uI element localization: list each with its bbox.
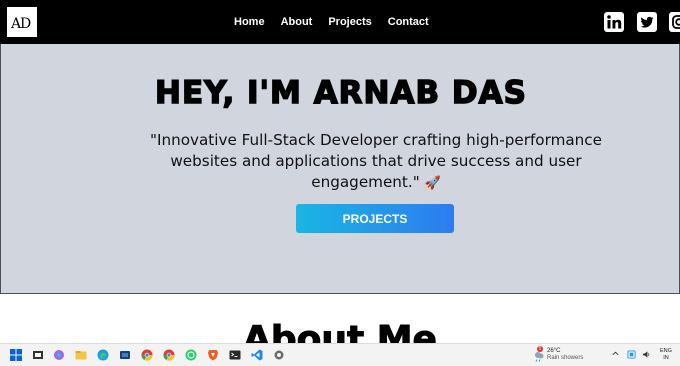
speaker-icon[interactable] xyxy=(642,350,651,361)
vscode-icon[interactable] xyxy=(251,349,263,361)
chrome-icon[interactable] xyxy=(141,349,153,361)
weather-temp: 26°C xyxy=(547,348,561,354)
linkedin-icon[interactable] xyxy=(603,11,625,33)
site-logo[interactable]: A D xyxy=(7,7,37,37)
lang-line-2: IN xyxy=(663,355,669,361)
chevron-up-icon[interactable] xyxy=(612,350,619,359)
tv-app-icon[interactable] xyxy=(119,349,131,361)
rocket-icon: 🚀 xyxy=(424,176,441,191)
weather-badge: 5 xyxy=(537,346,543,352)
twitter-icon[interactable] xyxy=(636,11,658,33)
navbar: A D Home About Projects Contact xyxy=(0,0,680,44)
windows-taskbar: 5 26°C Rain showers ENG IN xyxy=(0,343,680,366)
nav-contact[interactable]: Contact xyxy=(388,15,429,29)
weather-widget[interactable]: 5 26°C Rain showers xyxy=(533,346,593,364)
hero-section: HEY, I'M ARNAB DAS "Innovative Full-Stac… xyxy=(0,44,680,294)
hero-title: HEY, I'M ARNAB DAS xyxy=(154,74,527,112)
chrome-alt-icon[interactable] xyxy=(163,349,175,361)
copilot-icon[interactable] xyxy=(53,349,65,361)
projects-button[interactable]: PROJECTS xyxy=(296,204,454,233)
svg-text:D: D xyxy=(20,16,31,31)
nav-home[interactable]: Home xyxy=(234,15,265,29)
main-nav: Home About Projects Contact xyxy=(234,15,445,29)
brave-icon[interactable] xyxy=(207,349,219,361)
hero-tagline: "Innovative Full-Stack Developer craftin… xyxy=(136,130,616,194)
language-indicator[interactable]: ENG IN xyxy=(660,348,672,362)
logo-monogram-icon: A D xyxy=(10,16,31,31)
windows-start-icon[interactable] xyxy=(10,349,22,361)
lang-line-1: ENG xyxy=(660,348,672,354)
nav-about[interactable]: About xyxy=(281,15,313,29)
whatsapp-icon[interactable] xyxy=(185,349,197,361)
terminal-icon[interactable] xyxy=(229,349,241,361)
instagram-icon[interactable] xyxy=(668,11,680,33)
network-icon[interactable] xyxy=(627,350,636,361)
settings-icon[interactable] xyxy=(273,349,285,361)
edge-icon[interactable] xyxy=(97,349,109,361)
widgets-icon[interactable] xyxy=(32,349,44,361)
file-explorer-icon[interactable] xyxy=(75,349,87,361)
weather-desc: Rain showers xyxy=(547,355,584,361)
nav-projects[interactable]: Projects xyxy=(328,15,371,29)
hero-tagline-text: "Innovative Full-Stack Developer craftin… xyxy=(149,131,602,191)
